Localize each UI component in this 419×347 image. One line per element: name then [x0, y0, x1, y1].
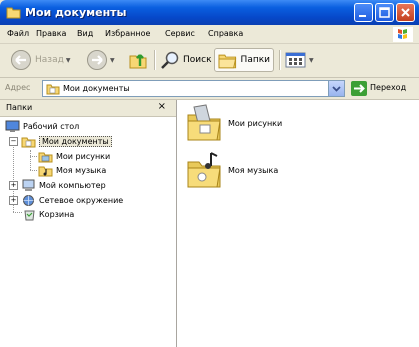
menu-favorites[interactable]: Избранное: [105, 29, 150, 38]
up-button[interactable]: [128, 48, 148, 72]
close-button[interactable]: [396, 3, 415, 22]
menu-view[interactable]: Вид: [77, 29, 93, 38]
views-dropdown-icon[interactable]: ▼: [309, 57, 314, 64]
address-bar: Адрес Мои документы Переход: [0, 78, 419, 100]
tree-item-desktop[interactable]: Рабочий стол: [5, 119, 79, 133]
explorer-window: Мои документы Файл Правка Вид Избранное …: [0, 0, 419, 347]
address-dropdown-button[interactable]: [328, 81, 344, 96]
tree-line: [30, 156, 37, 157]
go-arrow-icon: [354, 84, 365, 93]
tree-label-my-music: Моя музыка: [56, 165, 107, 175]
expand-icon[interactable]: +: [9, 181, 18, 190]
tree-label-my-documents: Мои документы: [39, 135, 112, 147]
back-arrow-icon: [11, 50, 31, 70]
computer-icon: [22, 179, 35, 191]
folder-item-my-music[interactable]: Моя музыка: [185, 150, 278, 190]
forward-arrow-icon: [87, 50, 107, 70]
expand-icon[interactable]: +: [9, 196, 18, 205]
maximize-button[interactable]: [375, 3, 394, 22]
close-pane-icon[interactable]: ×: [158, 101, 166, 112]
folders-pane-header: Папки ×: [0, 100, 176, 117]
back-label: Назад: [35, 55, 64, 65]
tree-item-my-documents[interactable]: Мои документы: [21, 134, 112, 148]
toolbar-separator: [279, 50, 281, 70]
folder-label-my-music: Моя музыка: [228, 165, 279, 175]
address-label: Адрес: [5, 83, 31, 92]
tree-label-network: Сетевое окружение: [39, 195, 124, 205]
tree-item-my-music[interactable]: Моя музыка: [38, 163, 106, 177]
tree-label-my-pictures: Мои рисунки: [56, 151, 111, 161]
tree-line: [13, 212, 22, 213]
documents-folder-icon: [46, 84, 60, 95]
title-bar[interactable]: Мои документы: [0, 0, 419, 25]
folder-up-icon: [129, 54, 147, 69]
go-button[interactable]: [351, 81, 367, 96]
search-label: Поиск: [183, 55, 212, 65]
back-button[interactable]: Назад ▼: [10, 48, 70, 72]
menu-file[interactable]: Файл: [7, 29, 29, 38]
folder-item-my-pictures[interactable]: Мои рисунки: [185, 103, 282, 143]
address-value: Мои документы: [63, 84, 130, 93]
tree-line: [30, 170, 37, 171]
close-icon: [401, 8, 410, 17]
recycle-bin-icon: [24, 210, 35, 220]
music-folder-icon: [38, 166, 53, 176]
menu-bar: Файл Правка Вид Избранное Сервис Справка: [0, 25, 419, 44]
folders-button[interactable]: Папки: [214, 48, 274, 72]
back-dropdown-icon[interactable]: ▼: [66, 57, 71, 64]
folder-icon: [6, 7, 21, 19]
forward-dropdown-icon[interactable]: ▼: [110, 57, 115, 64]
music-folder-icon: [187, 152, 221, 188]
tree-item-network[interactable]: Сетевое окружение: [21, 193, 123, 207]
address-field[interactable]: Мои документы: [42, 80, 345, 97]
desktop-icon: [5, 120, 20, 132]
tree-item-my-pictures[interactable]: Мои рисунки: [38, 149, 110, 163]
collapse-icon[interactable]: −: [9, 137, 18, 146]
go-label[interactable]: Переход: [370, 83, 406, 92]
folders-pane-title: Папки: [6, 103, 33, 112]
forward-button[interactable]: ▼: [86, 48, 115, 72]
toolbar: Назад ▼ ▼ Поиск Папки ▼: [0, 44, 419, 78]
network-icon: [23, 194, 34, 206]
views-button[interactable]: ▼: [285, 48, 314, 72]
folders-pane: Папки × Рабочий стол − Мои документы Мои…: [0, 100, 177, 347]
chevron-down-icon: [332, 86, 341, 92]
search-button[interactable]: Поиск: [160, 48, 212, 72]
window-title: Мои документы: [25, 6, 127, 19]
toolbar-separator: [154, 50, 156, 70]
menu-tools[interactable]: Сервис: [165, 29, 195, 38]
tree-label-my-computer: Мой компьютер: [39, 180, 106, 190]
tree-item-recycle-bin[interactable]: Корзина: [23, 207, 74, 221]
maximize-icon: [379, 7, 390, 18]
minimize-icon: [359, 15, 366, 17]
minimize-button[interactable]: [354, 3, 373, 22]
pictures-folder-icon: [38, 152, 53, 162]
search-icon: [161, 51, 179, 69]
folder-label-my-pictures: Мои рисунки: [228, 118, 283, 128]
folders-icon: [218, 54, 237, 69]
views-icon: [285, 52, 306, 68]
tree-item-my-computer[interactable]: Мой компьютер: [21, 178, 106, 192]
tree-line: [30, 150, 31, 170]
menu-help[interactable]: Справка: [208, 29, 243, 38]
tree-label-recycle-bin: Корзина: [39, 209, 75, 219]
pictures-folder-icon: [187, 104, 221, 141]
menu-edit[interactable]: Правка: [36, 29, 66, 38]
windows-logo-icon: [393, 27, 413, 42]
folders-label: Папки: [240, 55, 270, 65]
content-pane: Мои рисунки Моя музыка: [177, 100, 419, 347]
documents-folder-icon: [21, 137, 36, 147]
tree-label-desktop: Рабочий стол: [23, 121, 80, 131]
